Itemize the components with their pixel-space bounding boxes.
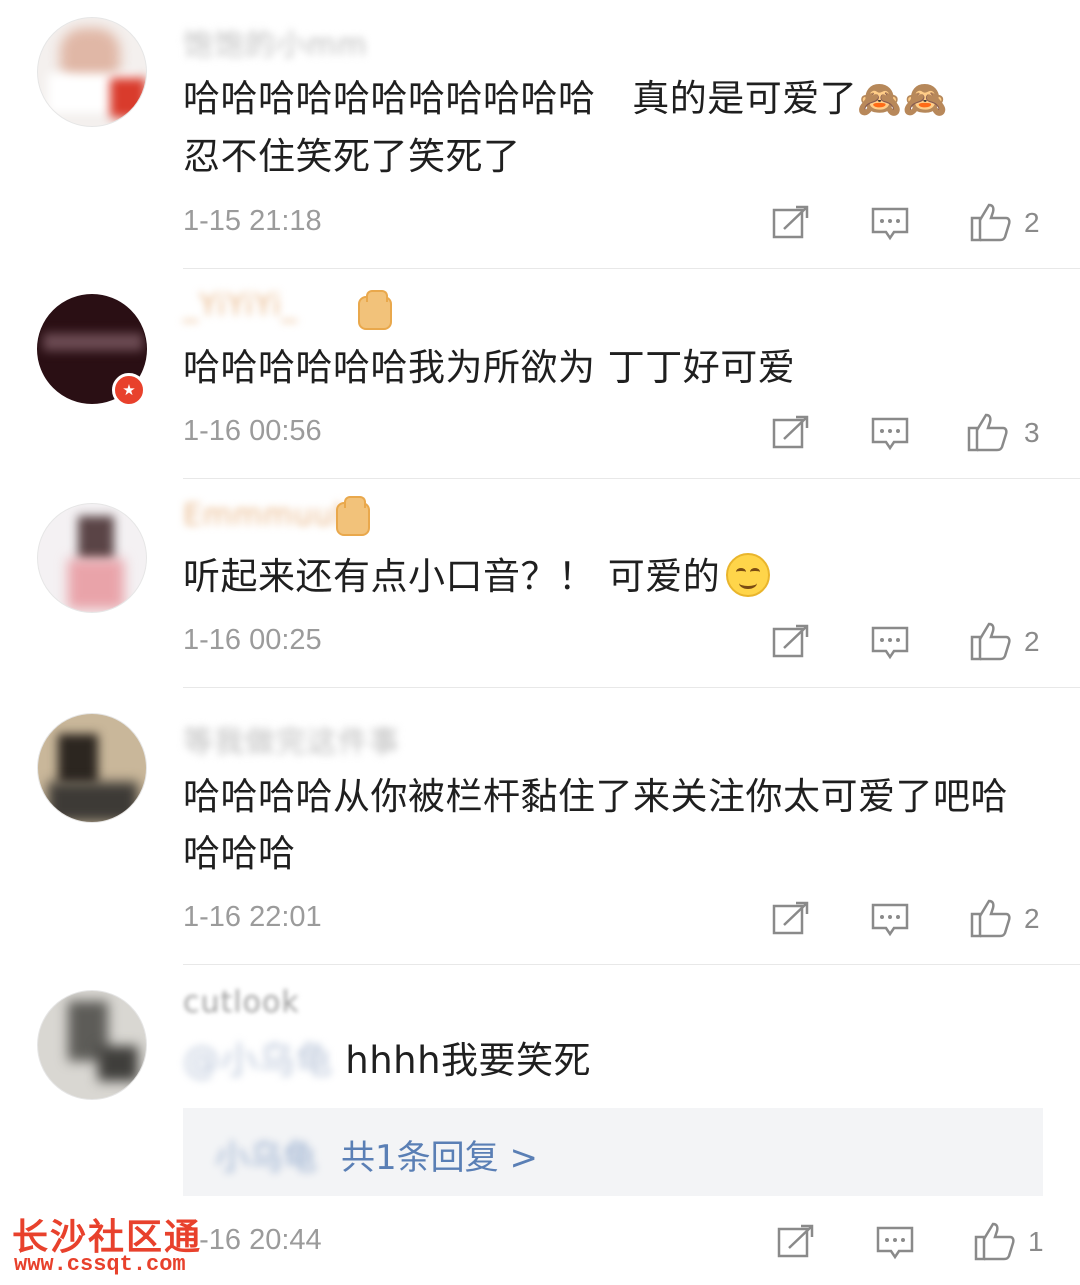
divider — [183, 478, 1080, 479]
divider — [183, 268, 1080, 269]
thumbs-up-icon[interactable] — [974, 1221, 1016, 1261]
like-count: 3 — [1024, 417, 1040, 448]
divider — [183, 964, 1080, 965]
divider — [183, 687, 1080, 688]
reply-preview[interactable]: 小乌龟 共1条回复 > — [183, 1108, 1043, 1196]
comment-text-line1: 哈哈哈哈从你被栏杆黏住了来关注你太可爱了吧哈 — [183, 775, 1008, 818]
share-icon[interactable] — [772, 901, 810, 935]
avatar[interactable] — [37, 17, 147, 127]
thumbs-up-icon[interactable] — [970, 621, 1012, 661]
comment-text-line2: 忍不住笑死了笑死了 — [183, 135, 521, 178]
like-count: 1 — [1028, 1226, 1044, 1257]
smiling-emoji — [726, 552, 771, 597]
share-icon[interactable] — [772, 624, 810, 658]
comment-text: 哈哈哈哈哈哈哈哈哈哈哈 真的是可爱了🙈🙈 — [183, 70, 948, 130]
vip-crown-icon — [358, 290, 392, 330]
username[interactable]: 等我做完这件事 — [183, 717, 400, 760]
share-icon[interactable] — [772, 205, 810, 239]
timestamp: 1-16 00:25 — [183, 624, 322, 656]
comment-text-line2: 哈哈哈 — [183, 832, 296, 875]
comment-icon[interactable] — [871, 626, 909, 660]
comment-text: 听起来还有点小口音？！ 可爱的 — [183, 548, 771, 606]
watermark: 长沙社区通 www.cssqt.com — [12, 1208, 232, 1278]
view-replies-link[interactable]: 共1条回复 > — [341, 1130, 538, 1179]
share-icon[interactable] — [772, 415, 810, 449]
like-count: 2 — [1024, 626, 1040, 657]
see-no-evil-monkey-emoji: 🙈🙈 — [857, 79, 948, 121]
timestamp: 1-15 21:18 — [183, 205, 322, 237]
timestamp: 1-16 22:01 — [183, 901, 322, 933]
share-icon[interactable] — [777, 1224, 815, 1258]
thumbs-up-icon[interactable] — [970, 202, 1012, 242]
avatar[interactable] — [37, 503, 147, 613]
comment-text: @小乌龟 hhhh我要笑死 — [183, 1032, 591, 1090]
timestamp: 1-16 00:56 — [183, 415, 322, 447]
comment-icon[interactable] — [871, 417, 909, 451]
like-count: 2 — [1024, 207, 1040, 238]
mention-link[interactable]: @小乌龟 — [183, 1039, 333, 1082]
thumbs-up-icon[interactable] — [967, 412, 1009, 452]
username[interactable]: 饱饱的小mm — [183, 20, 367, 63]
comment-text: 哈哈哈哈哈哈我为所欲为 丁丁好可爱 — [183, 346, 796, 389]
comment-text-line: 听起来还有点小口音？！ 可爱的 — [183, 555, 721, 598]
watermark-url: www.cssqt.com — [14, 1252, 186, 1277]
thumbs-up-icon[interactable] — [970, 898, 1012, 938]
comment-text-line: 哈哈哈哈哈哈哈哈哈哈哈 真的是可爱了 — [183, 77, 858, 120]
comment-icon[interactable] — [871, 903, 909, 937]
comment-icon[interactable] — [876, 1226, 914, 1260]
vip-crown-icon — [336, 496, 370, 536]
avatar[interactable] — [37, 990, 147, 1100]
like-count: 2 — [1024, 903, 1040, 934]
comment-text-line: hhhh我要笑死 — [333, 1039, 592, 1082]
avatar[interactable] — [37, 713, 147, 823]
verified-badge-icon: ★ — [112, 373, 146, 407]
username[interactable]: cutlook — [183, 985, 300, 1025]
comment-icon[interactable] — [871, 207, 909, 241]
username[interactable]: _YiYiYi_ — [183, 288, 298, 328]
reply-username[interactable]: 小乌龟 — [215, 1130, 317, 1179]
username[interactable]: Emmmuuh — [183, 498, 354, 538]
